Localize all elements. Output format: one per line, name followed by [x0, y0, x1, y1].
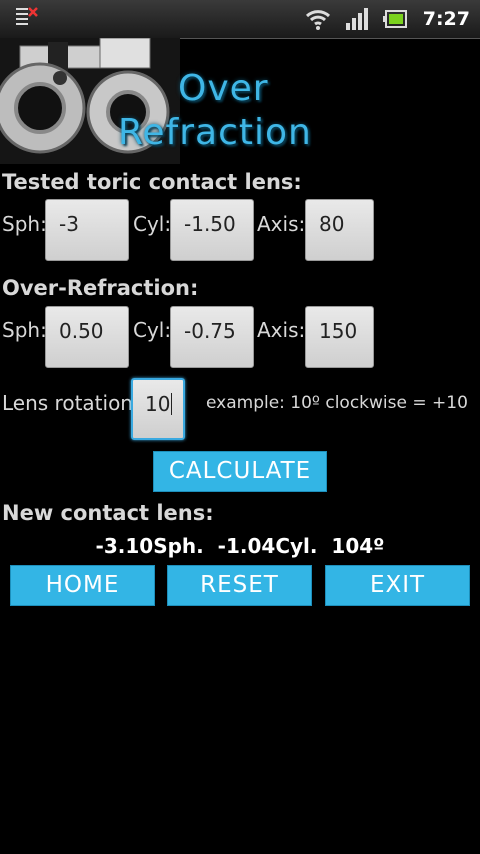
over-axis-label: Axis:: [257, 318, 306, 342]
tested-cyl-input[interactable]: -1.50: [170, 199, 254, 261]
rotation-example: example: 10º clockwise = +10: [206, 393, 468, 413]
text-caret: [171, 393, 173, 415]
calculate-button[interactable]: CALCULATE: [153, 451, 327, 492]
home-button[interactable]: HOME: [10, 565, 155, 606]
tested-axis-input[interactable]: 80: [305, 199, 374, 261]
tested-sph-input[interactable]: -3: [45, 199, 129, 261]
exit-button[interactable]: EXIT: [325, 565, 470, 606]
new-lens-title: New contact lens:: [2, 501, 214, 525]
over-axis-input[interactable]: 150: [305, 306, 374, 368]
new-lens-result: -3.10Sph. -1.04Cyl. 104º: [95, 534, 385, 558]
tested-sph-label: Sph:: [2, 212, 47, 236]
status-bar: 7:27: [0, 0, 480, 39]
title-line-2: Refraction: [118, 112, 312, 153]
rotation-input[interactable]: 10: [131, 378, 185, 440]
over-sph-label: Sph:: [2, 318, 47, 342]
reset-button[interactable]: RESET: [167, 565, 312, 606]
signal-icon: [345, 8, 368, 30]
wifi-icon: [305, 10, 330, 30]
app-header: Over Refraction: [0, 38, 480, 164]
notification-icon: [14, 6, 40, 34]
battery-icon: [382, 10, 407, 28]
rotation-label: Lens rotation:: [2, 391, 140, 415]
tested-cyl-label: Cyl:: [133, 212, 172, 236]
tested-lens-title: Tested toric contact lens:: [2, 170, 302, 194]
over-sph-input[interactable]: 0.50: [45, 306, 129, 368]
over-refraction-title: Over-Refraction:: [2, 276, 199, 300]
title-line-1: Over: [178, 68, 269, 109]
over-cyl-label: Cyl:: [133, 318, 172, 342]
tested-axis-label: Axis:: [257, 212, 306, 236]
over-cyl-input[interactable]: -0.75: [170, 306, 254, 368]
status-time: 7:27: [422, 8, 470, 30]
rotation-value: 10: [145, 392, 171, 416]
